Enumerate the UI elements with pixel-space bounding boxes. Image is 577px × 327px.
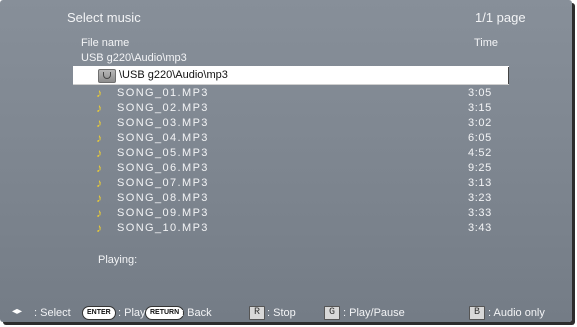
- music-note-icon: ♪: [96, 161, 102, 175]
- song-name: SONG_04.MP3: [117, 132, 209, 144]
- current-path: USB g220\Audio\mp3: [81, 52, 187, 64]
- b-key-label: B: [469, 306, 485, 320]
- song-row[interactable]: ♪ SONG_04.MP3 6:05: [96, 131, 496, 145]
- song-row[interactable]: ♪ SONG_06.MP3 9:25: [96, 161, 496, 175]
- song-time: 3:33: [468, 207, 492, 219]
- music-note-icon: ♪: [96, 176, 102, 190]
- play-hint: : Play: [118, 307, 146, 319]
- song-time: 6:05: [468, 132, 492, 144]
- song-time: 4:52: [468, 147, 492, 159]
- song-row[interactable]: ♪ SONG_10.MP3 3:43: [96, 221, 496, 235]
- parent-folder-label: \USB g220\Audio\mp3: [119, 69, 228, 81]
- song-time: 3:43: [468, 222, 492, 234]
- song-name: SONG_06.MP3: [117, 162, 209, 174]
- song-time: 3:23: [468, 192, 492, 204]
- song-name: SONG_07.MP3: [117, 177, 209, 189]
- blue-key: B: [469, 305, 485, 320]
- playing-label: Playing:: [98, 254, 138, 266]
- music-note-icon: ♪: [96, 206, 102, 220]
- green-key: G: [324, 305, 340, 320]
- song-row[interactable]: ♪ SONG_07.MP3 3:13: [96, 176, 496, 190]
- song-row[interactable]: ♪ SONG_09.MP3 3:33: [96, 206, 496, 220]
- song-row[interactable]: ♪ SONG_01.MP3 3:05: [96, 86, 496, 100]
- song-name: SONG_08.MP3: [117, 192, 209, 204]
- song-name: SONG_10.MP3: [117, 222, 209, 234]
- song-name: SONG_05.MP3: [117, 147, 209, 159]
- page-indicator: 1/1 page: [475, 10, 526, 25]
- song-name: SONG_01.MP3: [117, 87, 209, 99]
- back-hint: : Back: [181, 307, 212, 319]
- return-key: RETURN: [145, 305, 185, 320]
- music-note-icon: ♪: [96, 86, 102, 100]
- song-time: 3:13: [468, 177, 492, 189]
- enter-key-label: ENTER: [82, 306, 116, 320]
- left-right-arrow-icon: ◂▸: [12, 306, 23, 317]
- red-key: R: [249, 305, 265, 320]
- folder-up-icon: [98, 69, 116, 83]
- song-name: SONG_09.MP3: [117, 207, 209, 219]
- song-time: 9:25: [468, 162, 492, 174]
- song-row[interactable]: ♪ SONG_08.MP3 3:23: [96, 191, 496, 205]
- music-note-icon: ♪: [96, 131, 102, 145]
- enter-key: ENTER: [82, 305, 116, 320]
- song-row[interactable]: ♪ SONG_03.MP3 3:02: [96, 116, 496, 130]
- music-browser-screen: Select music 1/1 page File name Time USB…: [0, 0, 572, 322]
- selection-cursor: [508, 67, 509, 84]
- song-time: 3:15: [468, 102, 492, 114]
- r-key-label: R: [249, 306, 265, 320]
- music-note-icon: ♪: [96, 191, 102, 205]
- audio-only-hint: : Audio only: [488, 307, 545, 319]
- parent-folder-row[interactable]: \USB g220\Audio\mp3: [73, 66, 509, 85]
- return-key-label: RETURN: [145, 306, 185, 320]
- column-header-time: Time: [474, 37, 499, 49]
- stop-hint: : Stop: [267, 307, 296, 319]
- song-name: SONG_02.MP3: [117, 102, 209, 114]
- music-note-icon: ♪: [96, 101, 102, 115]
- music-note-icon: ♪: [96, 221, 102, 235]
- song-name: SONG_03.MP3: [117, 117, 209, 129]
- song-time: 3:05: [468, 87, 492, 99]
- song-row[interactable]: ♪ SONG_02.MP3 3:15: [96, 101, 496, 115]
- music-note-icon: ♪: [96, 116, 102, 130]
- screen-title: Select music: [67, 10, 141, 25]
- music-note-icon: ♪: [96, 146, 102, 160]
- song-row[interactable]: ♪ SONG_05.MP3 4:52: [96, 146, 496, 160]
- select-hint: : Select: [34, 307, 71, 319]
- play-pause-hint: : Play/Pause: [343, 307, 405, 319]
- column-header-file-name: File name: [81, 37, 130, 49]
- song-time: 3:02: [468, 117, 492, 129]
- g-key-label: G: [324, 306, 340, 320]
